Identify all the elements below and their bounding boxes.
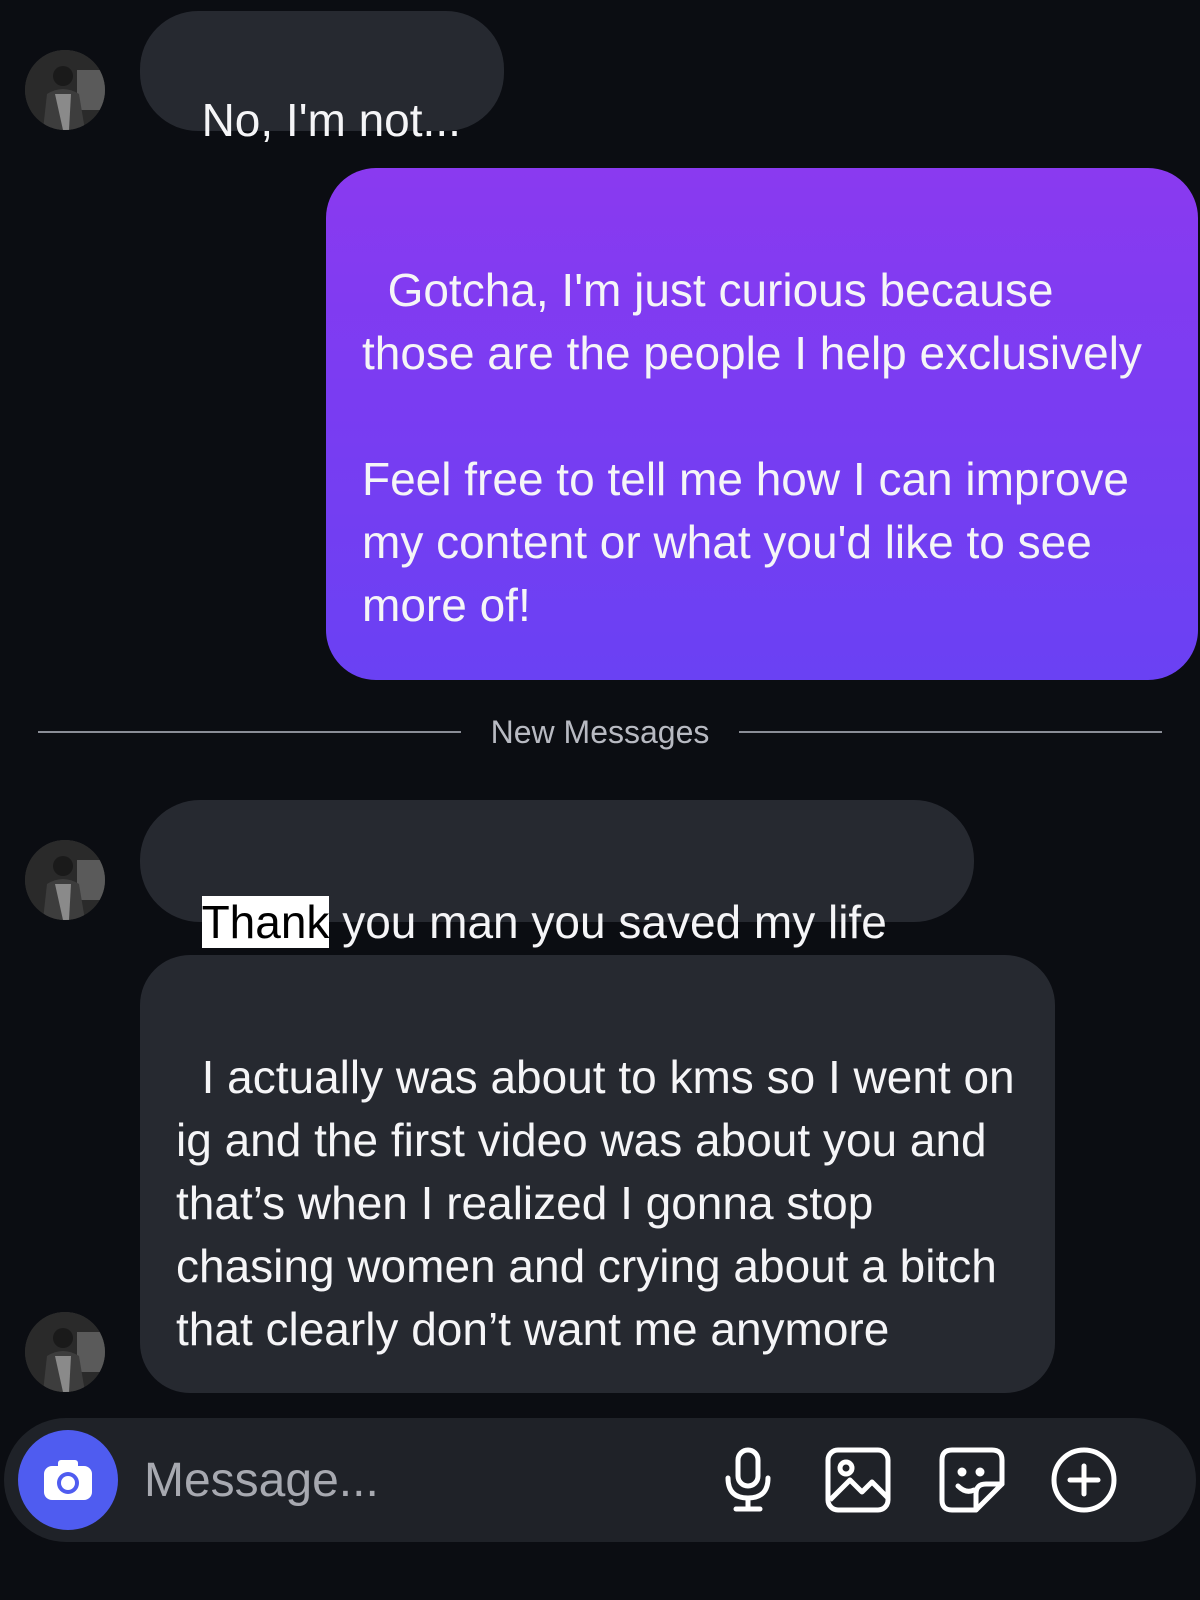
- sender-avatar[interactable]: [25, 50, 105, 130]
- selected-text[interactable]: Thank: [201, 896, 330, 948]
- incoming-message[interactable]: I actually was about to kms so I went on…: [140, 955, 1055, 1393]
- gallery-icon[interactable]: [822, 1444, 894, 1516]
- camera-icon: [44, 1460, 92, 1500]
- divider-label: New Messages: [490, 713, 710, 750]
- sender-avatar[interactable]: [25, 840, 105, 920]
- divider-line-left: [38, 731, 461, 733]
- plus-icon[interactable]: [1048, 1444, 1120, 1516]
- divider-line-right: [739, 731, 1162, 733]
- sticker-icon[interactable]: [936, 1444, 1008, 1516]
- message-text: you man you saved my life: [329, 896, 887, 948]
- sender-avatar[interactable]: [25, 1312, 105, 1392]
- message-text: No, I'm not...: [201, 94, 461, 146]
- message-composer: Message...: [4, 1418, 1196, 1542]
- incoming-message[interactable]: Thank you man you saved my life: [140, 800, 974, 948]
- camera-button[interactable]: [18, 1430, 118, 1530]
- message-text: I actually was about to kms so I went on…: [176, 1051, 1028, 1355]
- new-messages-divider: New Messages: [38, 710, 1162, 754]
- outgoing-message[interactable]: Gotcha, I'm just curious because those a…: [326, 168, 1198, 680]
- incoming-message[interactable]: No, I'm not...: [140, 11, 504, 143]
- message-text: Gotcha, I'm just curious because those a…: [362, 264, 1142, 631]
- message-input[interactable]: Message...: [144, 1454, 379, 1508]
- microphone-icon[interactable]: [712, 1444, 784, 1516]
